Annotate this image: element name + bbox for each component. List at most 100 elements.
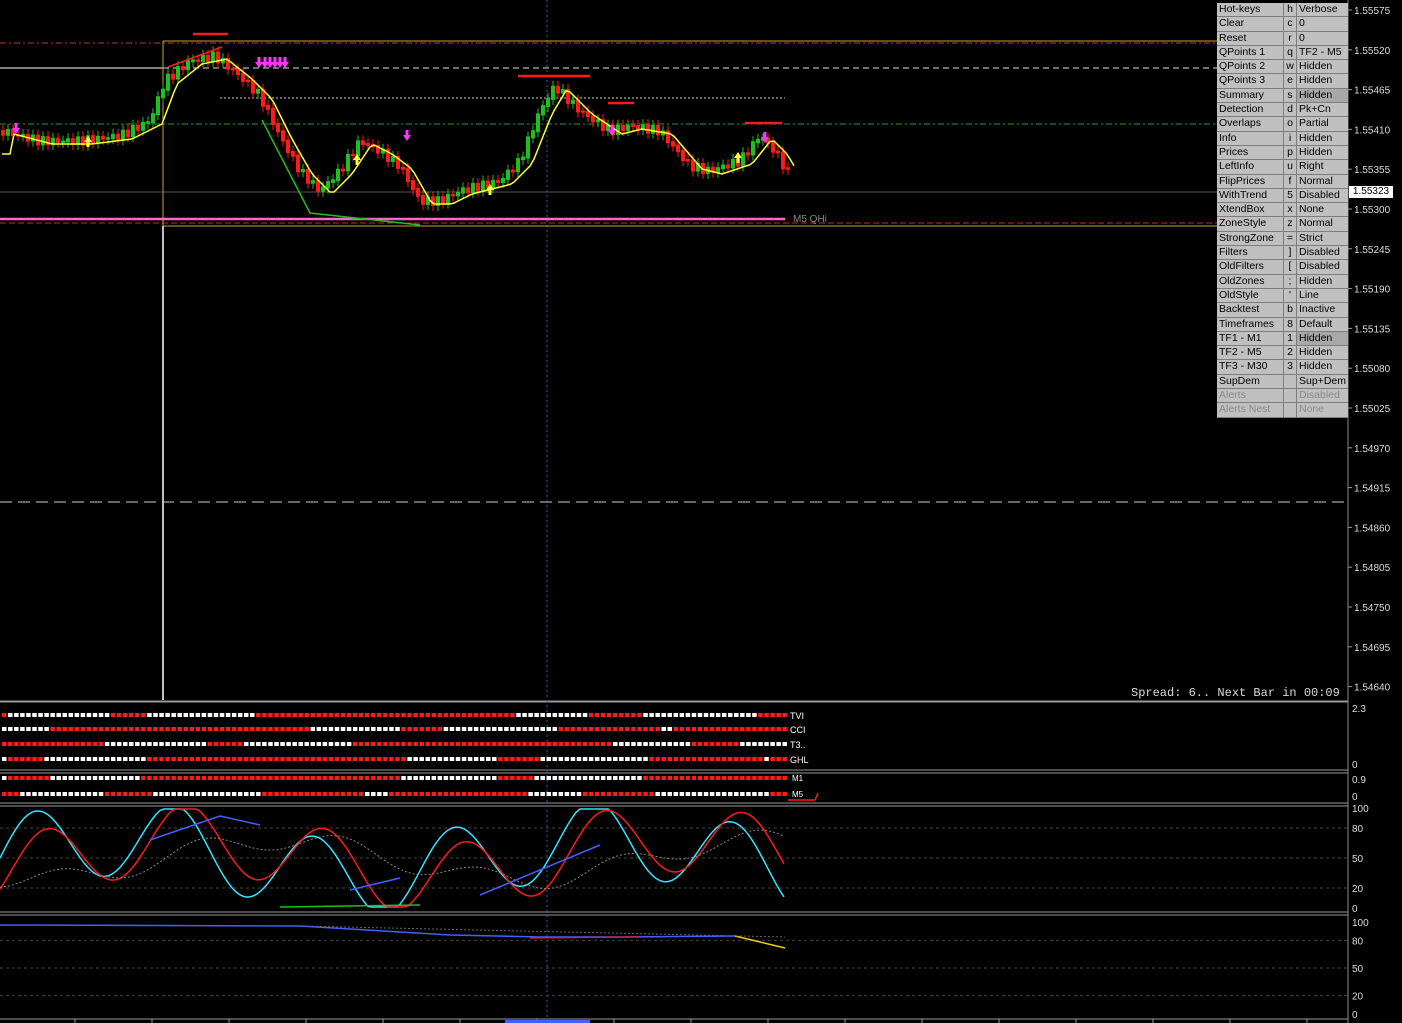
- candle-body: [361, 140, 365, 145]
- settings-value: Normal: [1299, 174, 1333, 187]
- settings-row[interactable]: Summary s Hidden: [1217, 88, 1348, 104]
- settings-row[interactable]: OldStyle ' Line: [1217, 288, 1348, 304]
- candle-body: [476, 182, 480, 192]
- signal-dot: [310, 776, 316, 780]
- signal-dot: [661, 713, 666, 717]
- signal-dot: [770, 713, 775, 717]
- signal-dot: [129, 757, 134, 761]
- settings-row[interactable]: XtendBox x None: [1217, 203, 1348, 218]
- scale-label: 100: [1352, 804, 1369, 815]
- signal-dot: [764, 742, 769, 746]
- signal-dot: [334, 776, 340, 780]
- signal-dot: [322, 727, 328, 731]
- settings-row[interactable]: Prices p Hidden: [1217, 145, 1348, 161]
- settings-row[interactable]: Overlaps o Partial: [1217, 117, 1348, 132]
- signal-dot: [685, 792, 691, 796]
- signal-dot: [256, 727, 261, 731]
- signal-dot: [685, 727, 691, 731]
- signal-dot: [38, 757, 43, 761]
- signal-dot: [14, 742, 19, 746]
- signal-dot: [383, 792, 388, 796]
- settings-row[interactable]: QPoints 1 q TF2 - M5: [1217, 45, 1348, 61]
- signal-dot: [643, 713, 648, 717]
- signal-dot: [250, 776, 255, 780]
- signal-dot: [613, 757, 618, 761]
- signal-dot: [437, 742, 443, 746]
- candle-body: [536, 113, 540, 133]
- settings-row[interactable]: Info i Hidden: [1217, 131, 1348, 146]
- signal-dot: [661, 776, 666, 780]
- signal-dot: [673, 742, 679, 746]
- signal-dot: [576, 792, 582, 796]
- signal-dot: [637, 757, 642, 761]
- settings-row[interactable]: Alerts Nest None: [1217, 403, 1348, 418]
- signal-dot: [431, 792, 437, 796]
- settings-row[interactable]: Alerts Disabled: [1217, 389, 1348, 404]
- signal-dot: [346, 713, 352, 717]
- signal-dot: [709, 742, 715, 746]
- candle-body: [481, 180, 485, 192]
- scale-label: 0.9: [1352, 775, 1366, 786]
- signal-dot: [256, 792, 261, 796]
- signal-dot: [734, 757, 739, 761]
- signal-dot: [631, 792, 636, 796]
- signal-dot: [413, 727, 418, 731]
- settings-row[interactable]: FlipPrices f Normal: [1217, 174, 1348, 189]
- signal-dot: [104, 713, 110, 717]
- signal-dot: [516, 776, 521, 780]
- settings-row[interactable]: ZoneStyle z Normal: [1217, 217, 1348, 232]
- settings-row[interactable]: WithTrend 5 Disabled: [1217, 188, 1348, 204]
- trading-chart[interactable]: 1.55575 1.55520 1.55465 1.55410 1.55355 1.553…: [0, 0, 1402, 1023]
- signal-dot: [782, 757, 787, 761]
- candle-body: [1, 130, 5, 136]
- settings-row[interactable]: LeftInfo u Right: [1217, 160, 1348, 175]
- signal-dot: [588, 742, 594, 746]
- settings-row[interactable]: Detection d Pk+Cn: [1217, 103, 1348, 118]
- signal-dot: [268, 792, 273, 796]
- signal-dot: [552, 757, 558, 761]
- settings-row[interactable]: TF3 - M30 3 Hidden: [1217, 360, 1348, 375]
- signal-dot: [147, 792, 152, 796]
- settings-row[interactable]: Reset r 0: [1217, 31, 1348, 46]
- settings-row[interactable]: Hot-keys h Verbose: [1217, 3, 1348, 18]
- signal-dot: [352, 792, 358, 796]
- signal-dot: [38, 776, 43, 780]
- settings-row[interactable]: QPoints 3 e Hidden: [1217, 74, 1348, 89]
- signal-dot: [746, 713, 751, 717]
- signal-dot: [237, 757, 243, 761]
- signal-dot: [365, 757, 370, 761]
- signal-dot: [776, 713, 781, 717]
- settings-name: QPoints 1: [1217, 45, 1284, 60]
- settings-row[interactable]: Backtest b Inactive: [1217, 303, 1348, 318]
- price-label: 1.55355: [1354, 165, 1391, 176]
- signal-dot: [32, 792, 37, 796]
- settings-row[interactable]: Timeframes 8 Default: [1217, 317, 1348, 332]
- settings-row[interactable]: Filters] Disabled: [1217, 246, 1348, 261]
- signal-dot: [413, 742, 418, 746]
- settings-row[interactable]: SupDem Sup+Dem: [1217, 374, 1348, 390]
- signal-dot: [195, 757, 201, 761]
- settings-row[interactable]: TF1 - M1 1 Hidden: [1217, 331, 1348, 347]
- indicator-label: CCI: [790, 725, 806, 735]
- signal-dot: [74, 727, 80, 731]
- signal-dot: [213, 727, 219, 731]
- candle-body: [651, 124, 655, 134]
- signal-dot: [613, 713, 618, 717]
- signal-dot: [86, 742, 92, 746]
- candle-body: [196, 59, 200, 62]
- settings-row[interactable]: QPoints 2 w Hidden: [1217, 60, 1348, 75]
- settings-key: ]: [1284, 246, 1297, 260]
- settings-row[interactable]: TF2 - M5 2 Hidden: [1217, 346, 1348, 361]
- signal-dot: [219, 727, 225, 731]
- signal-dot: [540, 727, 545, 731]
- candle-body: [771, 141, 775, 153]
- settings-row[interactable]: StrongZone = Strict: [1217, 231, 1348, 247]
- signal-dot: [498, 792, 503, 796]
- signal-dot: [685, 742, 691, 746]
- settings-row[interactable]: OldZones; Hidden: [1217, 274, 1348, 289]
- signal-dot: [425, 727, 430, 731]
- settings-row[interactable]: Clear c 0: [1217, 17, 1348, 32]
- settings-key: e: [1284, 74, 1297, 88]
- settings-row[interactable]: OldFilters[Disabled: [1217, 260, 1348, 275]
- settings-value: Hidden: [1299, 274, 1333, 287]
